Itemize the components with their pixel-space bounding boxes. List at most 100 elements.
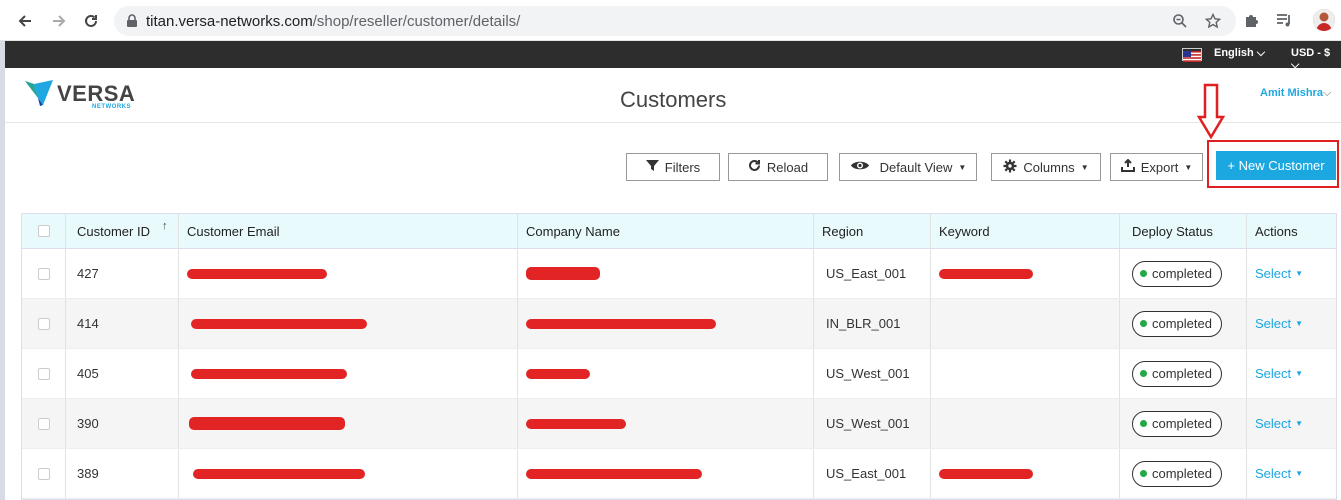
select-label: Select: [1255, 466, 1292, 481]
user-menu[interactable]: Amit Mishra⌵: [1260, 87, 1331, 100]
company-name-cell: [518, 299, 814, 348]
address-bar[interactable]: titan.versa-networks.com/shop/reseller/c…: [114, 6, 1236, 36]
customer-id-cell: 414: [66, 299, 179, 348]
lock-icon[interactable]: [126, 14, 138, 33]
zoom-icon[interactable]: [1172, 13, 1188, 29]
select-all-checkbox-cell: [22, 214, 66, 248]
forward-arrow-icon[interactable]: [48, 10, 70, 32]
page-title: Customers: [620, 87, 727, 112]
customer-email-cell: [179, 399, 518, 448]
row-checkbox[interactable]: [37, 267, 50, 280]
gear-icon: [1003, 159, 1017, 176]
select-action-dropdown[interactable]: Select ▼: [1255, 466, 1303, 481]
status-dot-icon: [1140, 420, 1147, 427]
row-checkbox[interactable]: [37, 367, 50, 380]
default-view-dropdown[interactable]: Default View ▼: [839, 153, 977, 181]
versa-logo-icon[interactable]: [23, 78, 55, 113]
region-cell: US_East_001: [814, 449, 931, 498]
sort-up-arrow-icon[interactable]: ↑: [162, 220, 168, 232]
keyword-cell: [931, 299, 1120, 348]
caret-down-icon: ▼: [1184, 162, 1193, 172]
chevron-down-icon: ⌵: [1322, 87, 1332, 99]
status-badge: completed: [1132, 310, 1222, 337]
keyword-cell: [931, 449, 1120, 498]
select-all-checkbox[interactable]: [37, 225, 50, 237]
customer-id-cell: 427: [66, 249, 179, 298]
redaction-mark: [526, 318, 716, 329]
column-header-region[interactable]: Region: [814, 214, 931, 248]
deploy-status-cell: completed: [1120, 399, 1247, 448]
status-label: completed: [1152, 266, 1212, 281]
status-label: completed: [1152, 466, 1212, 481]
row-checkbox[interactable]: [37, 467, 50, 480]
profile-avatar[interactable]: [1313, 9, 1335, 31]
reload-browser-icon[interactable]: [80, 10, 102, 32]
status-dot-icon: [1140, 270, 1147, 277]
customers-table: Customer ID ↑ Customer Email Company Name…: [21, 213, 1337, 500]
columns-dropdown[interactable]: Columns ▼: [991, 153, 1101, 181]
reload-icon: [748, 159, 761, 175]
company-name-cell: [518, 349, 814, 398]
status-badge: completed: [1132, 360, 1222, 387]
export-label: Export: [1140, 159, 1179, 175]
redaction-mark: [526, 418, 626, 429]
row-checkbox[interactable]: [37, 417, 50, 430]
chevron-down-icon: ⌵: [1256, 47, 1266, 59]
select-action-dropdown[interactable]: Select ▼: [1255, 366, 1303, 381]
column-header-company-name[interactable]: Company Name: [518, 214, 814, 248]
reload-button[interactable]: Reload: [728, 153, 828, 181]
deploy-status-cell: completed: [1120, 299, 1247, 348]
actions-cell: Select ▼: [1247, 399, 1338, 448]
media-queue-icon[interactable]: [1275, 11, 1295, 31]
row-checkbox-cell: [22, 399, 66, 448]
filters-button[interactable]: Filters: [626, 153, 720, 181]
default-view-label: Default View: [879, 159, 953, 175]
deploy-status-cell: completed: [1120, 249, 1247, 298]
select-action-dropdown[interactable]: Select ▼: [1255, 416, 1303, 431]
new-customer-button[interactable]: + New Customer: [1216, 151, 1336, 180]
select-action-dropdown[interactable]: Select ▼: [1255, 266, 1303, 281]
column-header-keyword[interactable]: Keyword: [931, 214, 1120, 248]
caret-down-icon: ▼: [1295, 319, 1304, 328]
language-selector[interactable]: English ⌵: [1214, 47, 1265, 60]
column-header-customer-id[interactable]: Customer ID ↑: [66, 214, 179, 248]
row-checkbox[interactable]: [37, 317, 50, 330]
back-arrow-icon[interactable]: [14, 10, 36, 32]
column-header-deploy-status[interactable]: Deploy Status: [1120, 214, 1247, 248]
upload-tray-icon: [1120, 158, 1135, 175]
column-header-actions: Actions: [1255, 223, 1298, 239]
bookmark-star-icon[interactable]: [1204, 12, 1222, 29]
select-action-dropdown[interactable]: Select ▼: [1255, 316, 1303, 331]
caret-down-icon: ▼: [958, 162, 967, 172]
region-cell: US_East_001: [814, 249, 931, 298]
status-label: completed: [1152, 366, 1212, 381]
table-row: 405 US_West_001 completed Select ▼: [22, 349, 1336, 399]
top-utility-bar: English ⌵ USD - $ ⌵: [5, 41, 1341, 71]
redaction-mark: [526, 267, 600, 280]
column-header-customer-email[interactable]: Customer Email: [179, 214, 518, 248]
redaction-mark: [939, 268, 1033, 279]
status-label: completed: [1152, 316, 1212, 331]
table-row: 414 IN_BLR_001 completed Select ▼: [22, 299, 1336, 349]
table-row: 427 US_East_001 completed Select ▼: [22, 249, 1336, 299]
status-badge: completed: [1132, 460, 1222, 487]
export-dropdown[interactable]: Export ▼: [1110, 153, 1203, 181]
select-label: Select: [1255, 416, 1292, 431]
customer-email-cell: [179, 249, 518, 298]
actions-cell: Select ▼: [1247, 249, 1338, 298]
caret-down-icon: ▼: [1295, 369, 1304, 378]
keyword-cell: [931, 349, 1120, 398]
extensions-puzzle-icon[interactable]: [1243, 11, 1263, 31]
customer-id-cell: 405: [66, 349, 179, 398]
select-label: Select: [1255, 316, 1292, 331]
customer-id-header-label: Customer ID: [77, 223, 150, 239]
columns-label: Columns: [1023, 159, 1075, 175]
redaction-mark: [189, 417, 345, 430]
company-name-cell: [518, 449, 814, 498]
status-badge: completed: [1132, 260, 1222, 287]
customer-id-cell: 390: [66, 399, 179, 448]
row-checkbox-cell: [22, 449, 66, 498]
company-name-cell: [518, 249, 814, 298]
status-label: completed: [1152, 416, 1212, 431]
redaction-mark: [526, 468, 702, 479]
